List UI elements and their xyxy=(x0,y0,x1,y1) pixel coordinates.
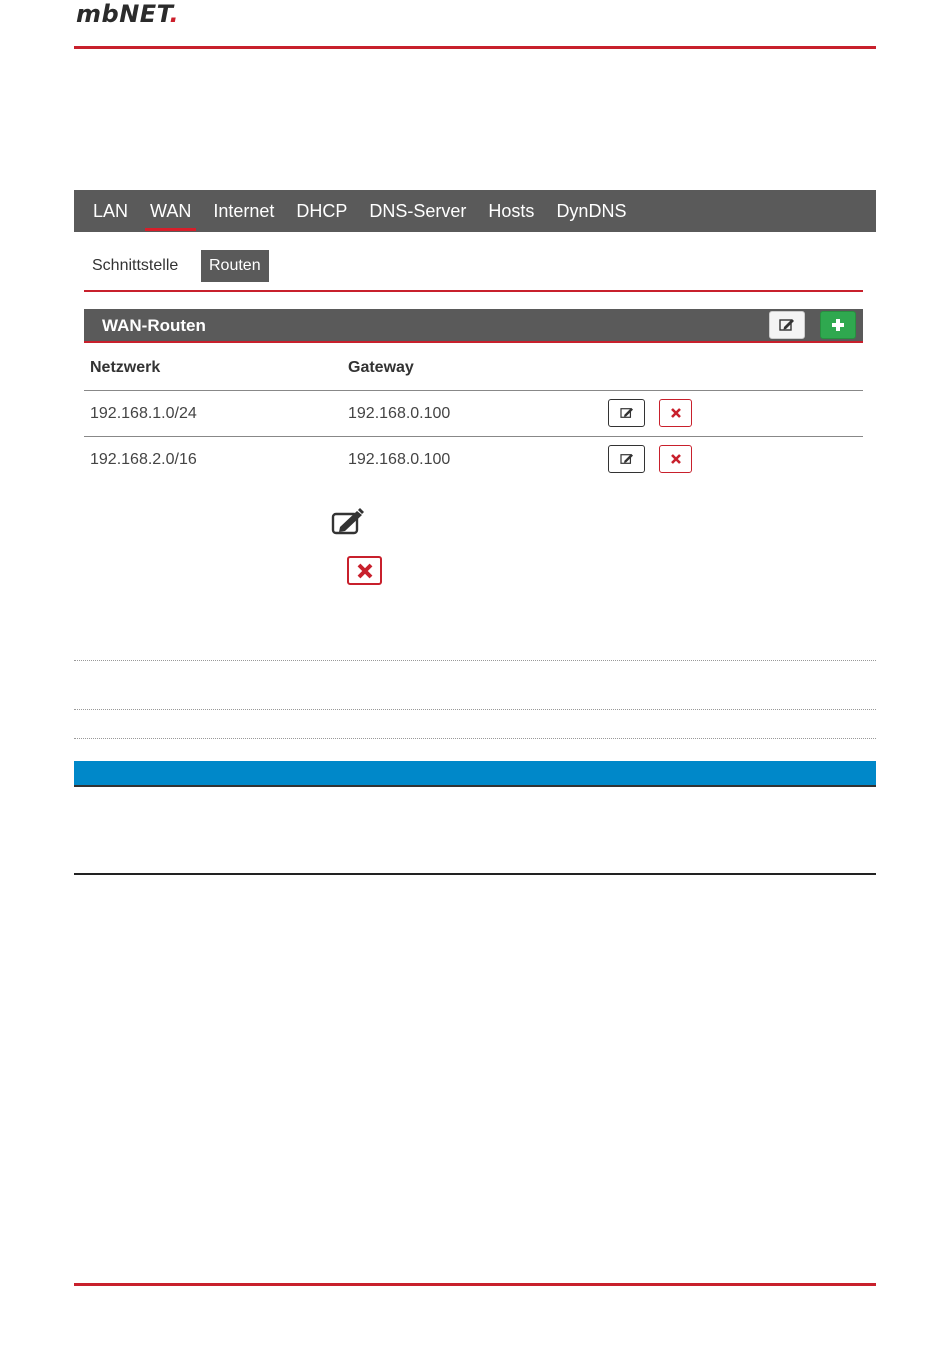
tab-wan[interactable]: WAN xyxy=(139,190,202,232)
edit-icon xyxy=(619,407,633,418)
brand-name: mbNET xyxy=(76,0,170,28)
gateway-cell: 192.168.0.100 xyxy=(348,451,451,468)
legend-delete-icon xyxy=(347,556,382,585)
panel-title: WAN-Routen xyxy=(102,316,206,335)
divider xyxy=(74,660,876,661)
legend-edit-icon xyxy=(330,508,366,541)
subtab-schnittstelle[interactable]: Schnittstelle xyxy=(84,250,186,282)
routes-table: Netzwerk Gateway 192.168.1.0/24 192.168.… xyxy=(84,345,863,482)
tab-internet[interactable]: Internet xyxy=(202,190,285,232)
plus-icon xyxy=(832,319,844,331)
table-header-bar xyxy=(74,761,876,787)
table-bottom-rule xyxy=(74,873,876,875)
sub-nav: Schnittstelle Routen xyxy=(84,250,863,292)
tab-dhcp[interactable]: DHCP xyxy=(285,190,358,232)
divider xyxy=(74,738,876,739)
subtab-routen[interactable]: Routen xyxy=(201,250,269,282)
delete-row-button[interactable] xyxy=(659,399,692,427)
tab-dns-server[interactable]: DNS-Server xyxy=(358,190,477,232)
table-row: 192.168.2.0/16 192.168.0.100 xyxy=(84,437,863,482)
edit-row-button[interactable] xyxy=(608,399,645,427)
panel-header: WAN-Routen xyxy=(84,309,863,343)
delete-icon xyxy=(670,408,681,418)
footer-rule xyxy=(74,1283,876,1286)
delete-row-button[interactable] xyxy=(659,445,692,473)
column-header-network: Netzwerk xyxy=(90,359,161,376)
tab-dyndns[interactable]: DynDNS xyxy=(545,190,637,232)
tab-lan[interactable]: LAN xyxy=(82,190,139,232)
delete-icon xyxy=(670,454,681,464)
gateway-cell: 192.168.0.100 xyxy=(348,405,451,422)
header-rule xyxy=(74,46,876,49)
edit-row-button[interactable] xyxy=(608,445,645,473)
edit-icon xyxy=(779,319,794,331)
delete-icon xyxy=(357,563,372,578)
edit-icon xyxy=(619,453,633,464)
main-nav: LAN WAN Internet DHCP DNS-Server Hosts D… xyxy=(74,190,876,232)
tab-hosts[interactable]: Hosts xyxy=(477,190,545,232)
table-row: 192.168.1.0/24 192.168.0.100 xyxy=(84,391,863,437)
add-route-button[interactable] xyxy=(820,311,856,339)
network-cell: 192.168.2.0/16 xyxy=(90,451,197,468)
edit-all-button[interactable] xyxy=(769,311,805,339)
brand-dot: . xyxy=(169,0,180,28)
column-header-gateway: Gateway xyxy=(348,359,414,376)
table-header: Netzwerk Gateway xyxy=(84,345,863,391)
edit-icon xyxy=(331,508,364,535)
divider xyxy=(74,709,876,710)
brand-logo: mbNET. xyxy=(76,0,179,28)
network-cell: 192.168.1.0/24 xyxy=(90,405,197,422)
